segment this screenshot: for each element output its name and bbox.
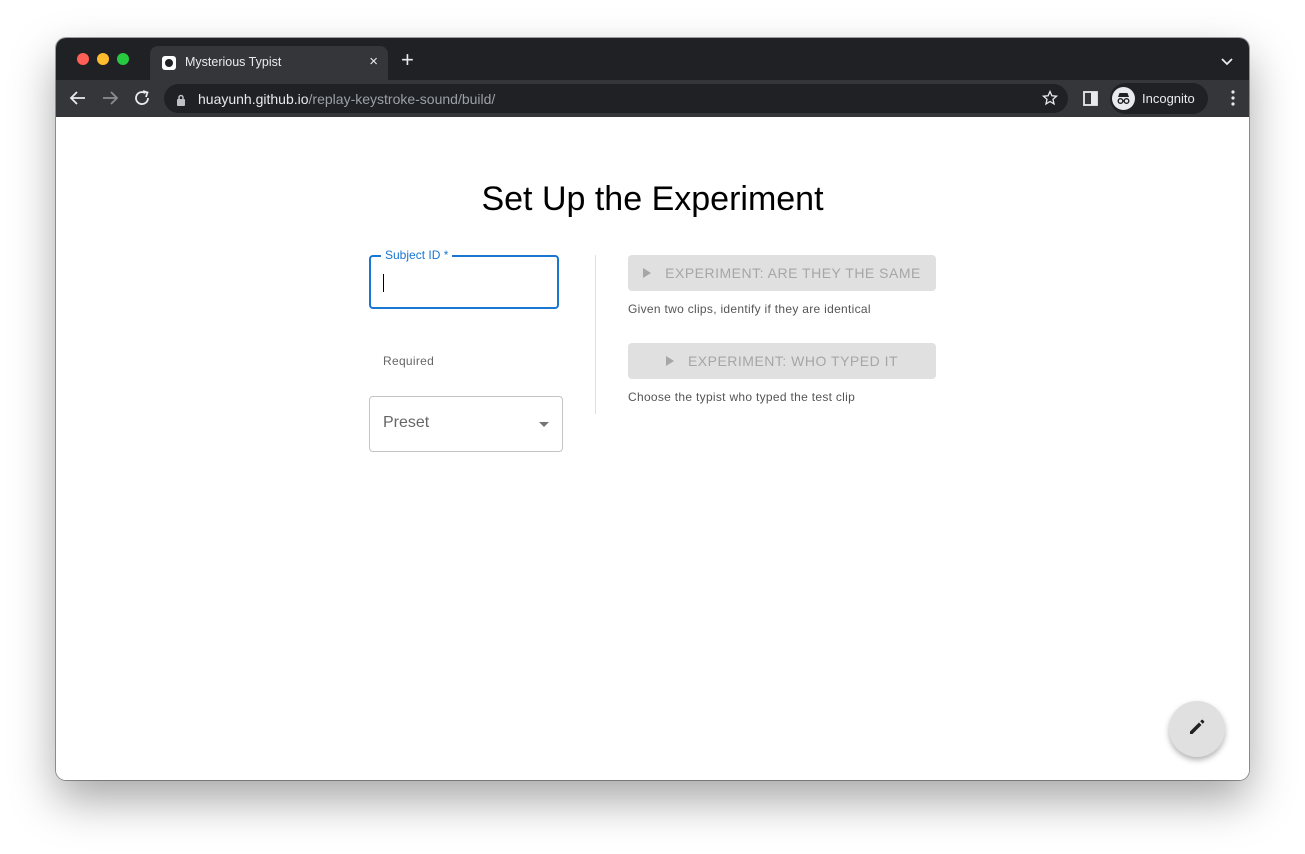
page-title: Set Up the Experiment: [481, 180, 824, 218]
url-text[interactable]: huayunh.github.io/replay-keystroke-sound…: [198, 91, 495, 107]
vertical-divider: [595, 255, 596, 414]
subject-id-field[interactable]: Subject ID *: [369, 248, 559, 309]
incognito-label: Incognito: [1142, 91, 1195, 106]
maximize-window-button[interactable]: [117, 53, 129, 65]
forward-arrow-icon[interactable]: [101, 89, 119, 107]
incognito-profile-button[interactable]: Incognito: [1110, 83, 1208, 114]
browser-tab[interactable]: Mysterious Typist ×: [150, 46, 388, 80]
lock-icon[interactable]: [176, 93, 186, 111]
experiment-who-label: EXPERIMENT: WHO TYPED IT: [687, 353, 899, 369]
preset-label: Preset: [383, 414, 430, 431]
side-panel-icon[interactable]: [1083, 91, 1098, 111]
tab-close-button[interactable]: ×: [369, 53, 378, 71]
browser-toolbar: huayunh.github.io/replay-keystroke-sound…: [56, 80, 1249, 117]
experiment-same-button[interactable]: EXPERIMENT: ARE THEY THE SAME: [628, 255, 936, 291]
subject-id-label: Subject ID *: [381, 248, 453, 262]
url-path: /replay-keystroke-sound/build/: [308, 91, 496, 107]
play-icon: [643, 268, 652, 278]
back-arrow-icon[interactable]: [69, 89, 87, 107]
favicon-icon: [162, 56, 176, 70]
page-content: Set Up the Experiment Subject ID * Requi…: [56, 117, 1249, 780]
edit-fab-button[interactable]: [1169, 701, 1225, 757]
tab-title: Mysterious Typist: [185, 55, 282, 69]
subject-id-helper: Required: [383, 354, 435, 368]
dropdown-arrow-icon: [539, 422, 549, 427]
close-window-button[interactable]: [77, 53, 89, 65]
url-host: huayunh.github.io: [198, 91, 309, 107]
reload-icon[interactable]: [133, 89, 151, 107]
tab-bar: Mysterious Typist × +: [56, 38, 1249, 80]
preset-select[interactable]: Preset: [369, 396, 563, 452]
pencil-icon: [1187, 717, 1207, 742]
browser-window: Mysterious Typist × + huayunh.github.io/…: [56, 38, 1249, 780]
experiment-who-description: Choose the typist who typed the test cli…: [628, 390, 856, 404]
kebab-menu-icon[interactable]: [1231, 90, 1235, 111]
star-icon[interactable]: [1041, 89, 1059, 111]
new-tab-button[interactable]: +: [401, 49, 414, 71]
minimize-window-button[interactable]: [97, 53, 109, 65]
play-icon: [665, 356, 674, 366]
text-caret: [383, 274, 384, 292]
address-bar[interactable]: huayunh.github.io/replay-keystroke-sound…: [164, 84, 1068, 113]
experiment-who-button[interactable]: EXPERIMENT: WHO TYPED IT: [628, 343, 936, 379]
incognito-icon: [1112, 87, 1135, 110]
experiment-same-label: EXPERIMENT: ARE THEY THE SAME: [665, 265, 921, 281]
tab-search-chevron-icon[interactable]: [1221, 53, 1233, 71]
experiment-same-description: Given two clips, identify if they are id…: [628, 302, 871, 316]
